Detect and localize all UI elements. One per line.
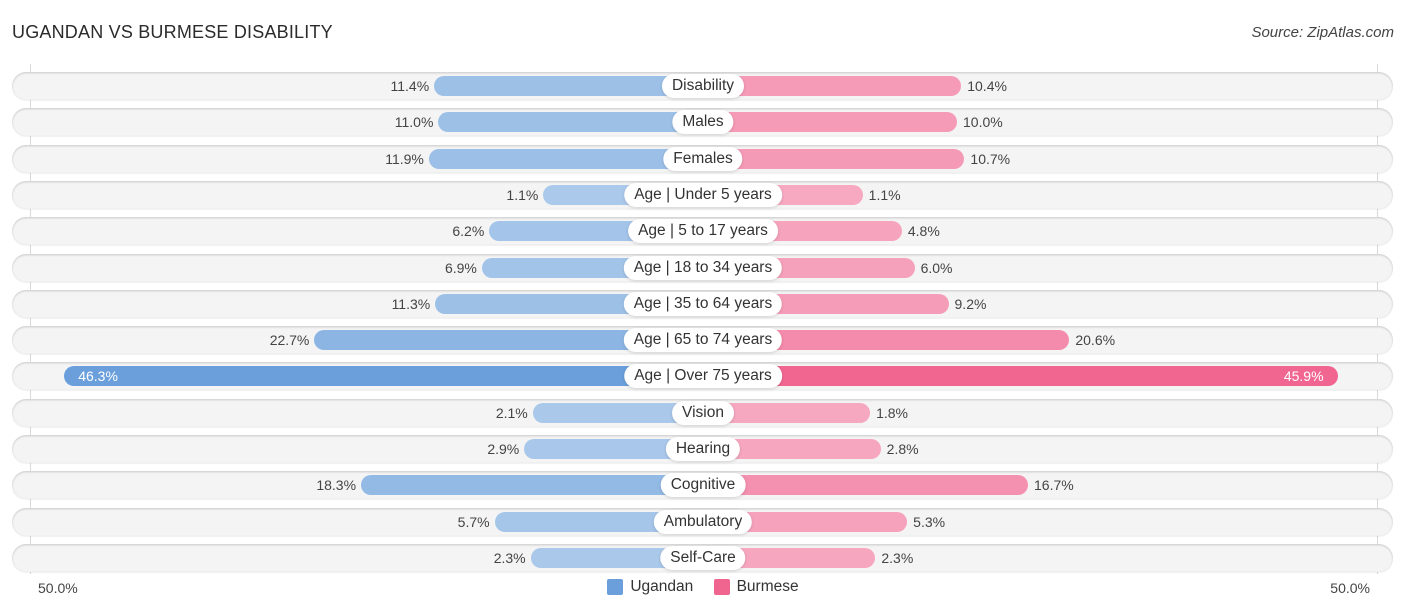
value-label-ugandan: 46.3% [78, 368, 118, 385]
legend-swatch-ugandan [607, 579, 624, 595]
value-label-burmese: 9.2% [954, 295, 987, 312]
category-label: Hearing [665, 437, 741, 461]
category-label: Vision [672, 400, 734, 425]
value-label-burmese: 6.0% [920, 259, 953, 276]
category-label: Disability [661, 74, 745, 98]
category-label: Cognitive [660, 473, 746, 498]
value-label-ugandan: 6.9% [444, 259, 477, 276]
category-label: Males [672, 110, 734, 135]
category-label: Age | 65 to 74 years [623, 328, 783, 353]
category-label: Age | 18 to 34 years [623, 255, 783, 280]
value-label-burmese: 2.8% [886, 441, 919, 457]
category-label: Age | 35 to 64 years [623, 291, 783, 316]
value-label-ugandan: 6.2% [452, 223, 485, 240]
value-label-burmese: 1.8% [876, 404, 908, 421]
category-label: Age | Under 5 years [624, 182, 782, 207]
legend-item-ugandan[interactable]: Ugandan [607, 578, 693, 596]
value-label-ugandan: 22.7% [269, 332, 310, 349]
chart-source: Source: ZipAtlas.com [1251, 24, 1394, 41]
category-label: Ambulatory [653, 509, 753, 534]
bar-burmese[interactable] [703, 112, 957, 133]
value-label-burmese: 5.3% [913, 513, 946, 530]
value-label-ugandan: 11.9% [385, 150, 424, 167]
bar-ugandan[interactable] [438, 112, 703, 133]
bar-ugandan[interactable] [64, 366, 703, 387]
value-label-ugandan: 2.9% [487, 441, 520, 457]
value-label-ugandan: 11.3% [391, 295, 431, 312]
legend-swatch-burmese [713, 579, 730, 595]
value-label-ugandan: 2.3% [493, 549, 526, 566]
value-label-burmese: 45.9% [1283, 368, 1324, 385]
bar-burmese[interactable] [703, 475, 1029, 496]
bar-burmese[interactable] [703, 366, 1338, 387]
value-label-burmese: 10.7% [970, 150, 1011, 167]
value-label-ugandan: 1.1% [506, 186, 539, 203]
legend-item-burmese[interactable]: Burmese [713, 578, 799, 596]
value-label-burmese: 10.4% [967, 78, 1007, 94]
value-label-ugandan: 18.3% [316, 477, 357, 494]
chart-title: UGANDAN VS BURMESE DISABILITY [12, 22, 333, 42]
value-label-burmese: 4.8% [907, 223, 940, 240]
bar-ugandan[interactable] [428, 148, 703, 169]
value-label-burmese: 20.6% [1075, 332, 1116, 349]
legend-label-burmese: Burmese [736, 578, 799, 595]
value-label-burmese: 10.0% [963, 114, 1003, 131]
value-label-burmese: 2.3% [881, 549, 914, 566]
value-label-ugandan: 5.7% [457, 513, 490, 530]
category-label: Age | 5 to 17 years [628, 219, 778, 244]
value-label-burmese: 1.1% [868, 186, 901, 203]
legend: Ugandan Burmese [0, 578, 1406, 600]
value-label-ugandan: 11.4% [390, 78, 430, 94]
category-label: Self-Care [660, 545, 746, 570]
value-label-ugandan: 2.1% [495, 404, 528, 421]
category-label: Age | Over 75 years [624, 364, 782, 389]
legend-label-ugandan: Ugandan [630, 578, 694, 595]
value-label-burmese: 16.7% [1034, 477, 1074, 494]
value-label-ugandan: 11.0% [394, 114, 434, 131]
category-label: Females [663, 146, 743, 171]
bar-ugandan[interactable] [361, 475, 703, 496]
